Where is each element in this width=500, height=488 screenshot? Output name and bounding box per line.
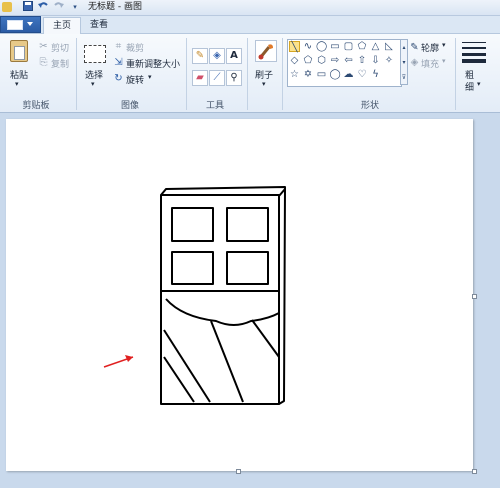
shape-five-point-star-icon[interactable]: ☆ <box>289 69 300 80</box>
resize-handle-right[interactable] <box>472 294 477 299</box>
shape-up-arrow-icon[interactable]: ⇧ <box>357 55 368 66</box>
copy-button[interactable]: 复制 <box>51 57 69 70</box>
shape-pentagon-icon[interactable]: ⬠ <box>303 55 314 66</box>
shapes-scroll[interactable]: ▴ ▾ ⊽ <box>400 39 408 85</box>
drawing <box>103 186 286 405</box>
drawing-canvas[interactable] <box>6 119 473 471</box>
shape-six-point-star-icon[interactable]: ✡ <box>303 69 314 80</box>
image-group-label: 图像 <box>120 101 139 111</box>
group-separator <box>186 38 187 110</box>
paste-dropdown-icon[interactable]: ▾ <box>15 80 19 88</box>
group-separator <box>76 38 77 110</box>
crop-icon: ⌗ <box>115 41 122 52</box>
tab-home[interactable]: 主页 <box>43 17 81 34</box>
clipboard-group-label: 剪贴板 <box>22 101 50 111</box>
size-label-bottom[interactable]: 细 <box>465 80 474 93</box>
shape-oval-callout-icon[interactable]: ◯ <box>330 69 341 80</box>
group-separator <box>247 38 248 110</box>
shape-outline-button[interactable]: 轮廓 <box>421 41 439 54</box>
window-title: 无标题 - 画图 <box>88 2 142 12</box>
customize-quick-access-icon[interactable]: ▾ <box>69 1 81 13</box>
shape-triangle-icon[interactable]: △ <box>370 41 381 52</box>
undo-icon[interactable] <box>37 1 49 13</box>
redo-icon[interactable] <box>52 1 64 13</box>
shape-line-icon[interactable]: ╲ <box>289 41 300 53</box>
group-separator <box>455 38 456 110</box>
chevron-down-icon <box>27 22 33 26</box>
pencil-icon[interactable]: ✎ <box>192 48 208 64</box>
shapes-grid: ╲ ∿ ◯ ▭ ▢ ⬠ △ ◺ ◇ ⬠ ⬡ ⇨ ⇦ ⇧ ⇩ ✧ ☆ ✡ ▭ ◯ ☁ ♡ ϟ <box>289 41 397 83</box>
size-dropdown-icon[interactable]: ▾ <box>477 80 481 88</box>
eraser-icon[interactable]: ▰ <box>192 70 208 86</box>
save-icon[interactable] <box>22 1 34 13</box>
shape-oval-icon[interactable]: ◯ <box>316 41 327 52</box>
resize-button[interactable]: 重新调整大小 <box>126 57 180 70</box>
select-dropdown-icon[interactable]: ▾ <box>91 80 95 88</box>
shape-curve-icon[interactable]: ∿ <box>303 41 314 52</box>
rotate-dropdown-icon[interactable]: ▾ <box>148 73 152 81</box>
paste-icon[interactable] <box>10 40 28 62</box>
rotate-button[interactable]: 旋转 <box>126 73 144 86</box>
shape-right-arrow-icon[interactable]: ⇨ <box>330 55 341 66</box>
shape-lightning-icon[interactable]: ϟ <box>370 69 381 80</box>
shape-rounded-rectangle-icon[interactable]: ▢ <box>343 41 354 52</box>
magnifier-icon[interactable]: ⚲ <box>226 70 242 86</box>
outline-dropdown-icon[interactable]: ▾ <box>442 41 446 49</box>
line-weight-icon[interactable] <box>462 42 486 64</box>
fill-dropdown-icon[interactable]: ▾ <box>442 57 446 65</box>
cut-button[interactable]: 剪切 <box>51 41 69 54</box>
brushes-dropdown-icon[interactable]: ▾ <box>262 80 266 88</box>
tab-view[interactable]: 查看 <box>83 17 115 33</box>
shape-down-arrow-icon[interactable]: ⇩ <box>370 55 381 66</box>
file-menu-button[interactable] <box>0 16 41 33</box>
outline-icon: ✎ <box>410 42 419 53</box>
resize-handle-bottom[interactable] <box>236 469 241 474</box>
shape-fill-icon: ◈ <box>410 57 419 68</box>
tools-group-label: 工具 <box>205 101 224 111</box>
shape-left-arrow-icon[interactable]: ⇦ <box>343 55 354 66</box>
crop-button[interactable]: 裁剪 <box>126 41 144 54</box>
fill-icon[interactable]: ◈ <box>209 48 225 64</box>
shape-rounded-callout-icon[interactable]: ▭ <box>316 69 327 80</box>
brush-icon[interactable] <box>255 40 277 62</box>
shape-four-point-star-icon[interactable]: ✧ <box>384 55 395 66</box>
shape-rectangle-icon[interactable]: ▭ <box>330 41 341 52</box>
shape-diamond-icon[interactable]: ◇ <box>289 55 300 66</box>
paste-button[interactable]: 粘贴 <box>10 68 28 81</box>
menu-icon <box>7 20 23 30</box>
group-separator <box>282 38 283 110</box>
resize-handle-corner[interactable] <box>472 469 477 474</box>
shape-fill-button[interactable]: 填充 <box>421 57 439 70</box>
scissors-icon: ✂ <box>39 41 48 52</box>
shape-right-triangle-icon[interactable]: ◺ <box>384 41 395 52</box>
color-picker-icon[interactable]: ⟋ <box>209 70 225 86</box>
shape-heart-icon[interactable]: ♡ <box>357 69 368 80</box>
text-icon[interactable]: A <box>226 48 242 64</box>
copy-icon: ⎘ <box>39 57 48 68</box>
shape-hexagon-icon[interactable]: ⬡ <box>316 55 327 66</box>
shapes-group-label: 形状 <box>360 101 379 111</box>
shape-cloud-callout-icon[interactable]: ☁ <box>343 69 354 80</box>
app-icon[interactable] <box>2 2 12 12</box>
resize-icon: ⇲ <box>114 57 123 68</box>
shape-polygon-icon[interactable]: ⬠ <box>357 41 368 52</box>
rotate-icon: ↻ <box>114 73 123 84</box>
select-icon[interactable] <box>84 45 106 63</box>
